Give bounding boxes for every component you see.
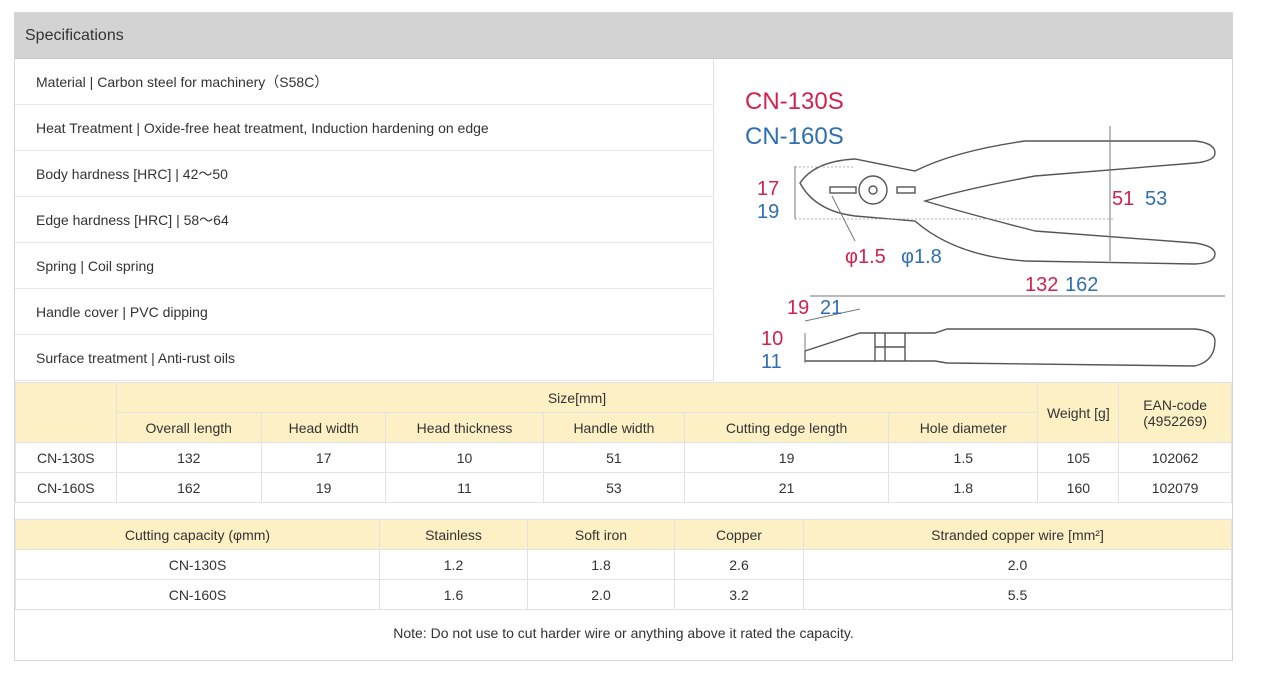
- overall-length-a: 132: [1025, 274, 1058, 296]
- cell: 1.6: [379, 579, 528, 610]
- head-thickness-a: 10: [761, 328, 783, 350]
- col-cutting-capacity: Cutting capacity (φmm): [15, 519, 380, 550]
- panel-title: Specifications: [15, 13, 1232, 59]
- cell: 21: [684, 472, 890, 503]
- head-thickness-b: 11: [761, 351, 782, 373]
- cell: 11: [385, 472, 544, 503]
- cell: 1.8: [888, 472, 1039, 503]
- head-width-a: 17: [757, 178, 779, 200]
- pliers-dimension-diagram: CN-130S CN-160S 17 19 φ1.5 φ1.8 51 53 13…: [745, 88, 1225, 373]
- head-width-b: 19: [757, 201, 779, 223]
- col-stranded-copper: Stranded copper wire [mm²]: [803, 519, 1232, 550]
- cell: 2.6: [674, 549, 804, 580]
- cell: 17: [260, 442, 387, 473]
- hole-diameter-a: φ1.5: [845, 246, 886, 268]
- overall-length-b: 162: [1065, 274, 1098, 296]
- cell-ean: 102062: [1118, 442, 1232, 473]
- size-table: Size[mm] Weight [g] EAN-code (4952269) O…: [15, 382, 1232, 503]
- cell-weight: 160: [1037, 472, 1120, 503]
- spec-list: Material | Carbon steel for machinery（S5…: [15, 59, 714, 381]
- hole-diameter-b: φ1.8: [901, 246, 942, 268]
- cell: 51: [542, 442, 686, 473]
- table-row: CN-160S 1.6 2.0 3.2 5.5: [15, 579, 1232, 610]
- col-overall-length: Overall length: [115, 412, 262, 443]
- cell: 162: [115, 472, 262, 503]
- row-model: CN-160S: [15, 472, 117, 503]
- table-row: CN-130S 132 17 10 51 19 1.5 105 102062: [15, 442, 1232, 473]
- cell: 53: [542, 472, 686, 503]
- cell: 19: [684, 442, 890, 473]
- diagram-model-b-label: CN-160S: [745, 123, 844, 150]
- pliers-top-view: [794, 126, 1225, 297]
- row-model: CN-130S: [15, 442, 117, 473]
- col-head-thickness: Head thickness: [385, 412, 544, 443]
- col-stainless: Stainless: [379, 519, 528, 550]
- size-table-corner: [15, 382, 117, 443]
- spec-material: Material | Carbon steel for machinery（S5…: [15, 59, 713, 105]
- cell: 1.5: [888, 442, 1039, 473]
- cell: 5.5: [803, 579, 1232, 610]
- cell: 132: [115, 442, 262, 473]
- table-row: CN-160S 162 19 11 53 21 1.8 160 102079: [15, 472, 1232, 503]
- col-hole-diameter: Hole diameter: [888, 412, 1039, 443]
- ean-header: EAN-code (4952269): [1118, 382, 1232, 443]
- edge-length-b: 21: [820, 297, 842, 319]
- cell: 2.0: [803, 549, 1232, 580]
- cell-ean: 102079: [1118, 472, 1232, 503]
- cell: 1.8: [527, 549, 675, 580]
- pliers-side-view: [804, 308, 1216, 367]
- cell: 19: [260, 472, 387, 503]
- col-copper: Copper: [674, 519, 804, 550]
- spec-surface-treatment: Surface treatment | Anti-rust oils: [36, 349, 235, 366]
- col-cutting-edge-length: Cutting edge length: [684, 412, 890, 443]
- cell: CN-130S: [15, 549, 380, 580]
- spec-body-hardness: Body hardness [HRC] | 42～50: [15, 151, 713, 197]
- cell: 10: [385, 442, 544, 473]
- weight-header: Weight [g]: [1037, 382, 1120, 443]
- cell: 3.2: [674, 579, 804, 610]
- handle-width-a: 51: [1112, 188, 1134, 210]
- col-head-width: Head width: [260, 412, 387, 443]
- table-row: CN-130S 1.2 1.8 2.6 2.0: [15, 549, 1232, 580]
- diagram-model-a-label: CN-130S: [745, 88, 844, 115]
- cell: 2.0: [527, 579, 675, 610]
- specifications-panel: Specifications Material | Carbon steel f…: [14, 12, 1233, 661]
- cell: 1.2: [379, 549, 528, 580]
- edge-length-a: 19: [787, 297, 809, 319]
- cell-weight: 105: [1037, 442, 1120, 473]
- spec-edge-hardness: Edge hardness [HRC] | 58～64: [15, 197, 713, 243]
- col-handle-width: Handle width: [542, 412, 686, 443]
- size-header: Size[mm]: [115, 382, 1039, 413]
- handle-width-b: 53: [1145, 188, 1167, 210]
- spec-handle-cover: Handle cover | PVC dipping: [15, 289, 713, 335]
- capacity-table: Cutting capacity (φmm) Stainless Soft ir…: [15, 519, 1232, 610]
- spec-spring: Spring | Coil spring: [15, 243, 713, 289]
- spec-heat-treatment: Heat Treatment | Oxide-free heat treatme…: [15, 105, 713, 151]
- cell: CN-160S: [15, 579, 380, 610]
- capacity-note: Note: Do not use to cut harder wire or a…: [393, 625, 854, 641]
- col-soft-iron: Soft iron: [527, 519, 675, 550]
